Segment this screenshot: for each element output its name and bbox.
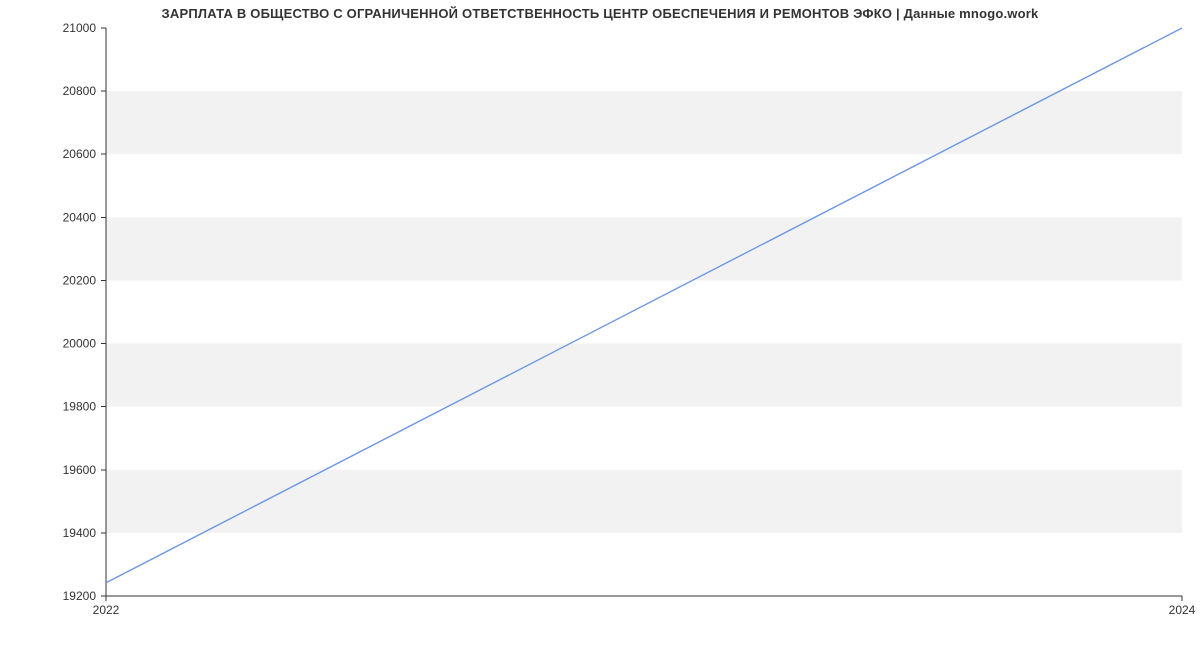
svg-text:2022: 2022 xyxy=(93,603,120,617)
svg-text:19200: 19200 xyxy=(63,589,97,603)
svg-text:19800: 19800 xyxy=(63,400,97,414)
y-tick-label: 20400 xyxy=(63,210,97,224)
svg-text:20200: 20200 xyxy=(63,273,97,287)
svg-text:20800: 20800 xyxy=(63,84,97,98)
chart-svg: 19200 19400 19600 19800 20000 20200 20400 20600… xyxy=(0,0,1200,650)
chart-container: ЗАРПЛАТА В ОБЩЕСТВО С ОГРАНИЧЕННОЙ ОТВЕТ… xyxy=(0,0,1200,650)
y-tick-label: 20000 xyxy=(63,337,97,351)
svg-text:2024: 2024 xyxy=(1169,603,1196,617)
y-tick-label: 20200 xyxy=(63,273,97,287)
y-tick-label: 20800 xyxy=(63,84,97,98)
x-tick-label: 2022 xyxy=(93,603,120,617)
svg-text:19400: 19400 xyxy=(63,526,97,540)
svg-text:20400: 20400 xyxy=(63,210,97,224)
y-tick-label: 19600 xyxy=(63,463,97,477)
grid-band xyxy=(106,217,1182,280)
grid-band xyxy=(106,91,1182,154)
svg-text:20000: 20000 xyxy=(63,337,97,351)
y-tick-label: 19800 xyxy=(63,400,97,414)
y-tick-label: 19200 xyxy=(63,589,97,603)
y-tick-label: 19400 xyxy=(63,526,97,540)
svg-text:21000: 21000 xyxy=(63,21,97,35)
svg-text:19600: 19600 xyxy=(63,463,97,477)
chart-title: ЗАРПЛАТА В ОБЩЕСТВО С ОГРАНИЧЕННОЙ ОТВЕТ… xyxy=(0,6,1200,21)
x-tick-label: 2024 xyxy=(1169,603,1196,617)
grid-band xyxy=(106,344,1182,407)
svg-text:20600: 20600 xyxy=(63,147,97,161)
y-tick-label: 20600 xyxy=(63,147,97,161)
y-tick-label: 21000 xyxy=(63,21,97,35)
grid-band xyxy=(106,470,1182,533)
